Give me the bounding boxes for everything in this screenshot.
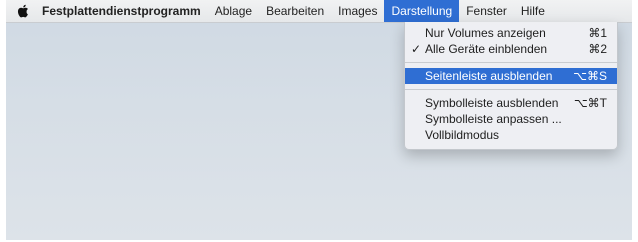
menu-item-symbolleiste-anpassen[interactable]: Symbolleiste anpassen ... [405,111,617,127]
darstellung-dropdown-menu: Nur Volumes anzeigen ⌘1 ✓ Alle Geräte ei… [404,22,618,150]
keyboard-shortcut: ⌥⌘S [573,69,607,83]
menu-item-nur-volumes-anzeigen[interactable]: Nur Volumes anzeigen ⌘1 [405,25,617,41]
menu-app-name[interactable]: Festplattendienstprogramm [40,0,208,22]
checkmark-icon: ✓ [411,42,422,56]
menu-hilfe[interactable]: Hilfe [514,0,552,22]
menu-darstellung[interactable]: Darstellung [384,0,460,22]
menu-item-seitenleiste-ausblenden[interactable]: Seitenleiste ausblenden ⌥⌘S [405,68,617,84]
menu-item-label: Symbolleiste anpassen ... [425,112,562,126]
menu-images[interactable]: Images [331,0,384,22]
screen: Festplattendienstprogramm Ablage Bearbei… [6,0,632,240]
keyboard-shortcut: ⌥⌘T [573,96,607,110]
menu-item-symbolleiste-ausblenden[interactable]: Symbolleiste ausblenden ⌥⌘T [405,95,617,111]
keyboard-shortcut: ⌘2 [588,42,607,56]
apple-logo-icon[interactable] [6,0,40,22]
menu-item-vollbildmodus[interactable]: Vollbildmodus [405,127,617,143]
menu-item-label: Symbolleiste ausblenden [425,96,559,110]
menu-separator [405,89,617,90]
menu-fenster[interactable]: Fenster [459,0,514,22]
menu-item-label: Vollbildmodus [425,128,500,142]
menu-bearbeiten[interactable]: Bearbeiten [259,0,331,22]
menu-item-label: Nur Volumes anzeigen [425,26,546,40]
menu-bar: Festplattendienstprogramm Ablage Bearbei… [6,0,632,23]
menu-item-label: Seitenleiste ausblenden [425,69,553,83]
menu-ablage[interactable]: Ablage [208,0,259,22]
menu-item-alle-geraete-einblenden[interactable]: ✓ Alle Geräte einblenden ⌘2 [405,41,617,57]
menu-item-label: Alle Geräte einblenden [425,42,548,56]
keyboard-shortcut: ⌘1 [588,26,607,40]
menu-separator [405,62,617,63]
